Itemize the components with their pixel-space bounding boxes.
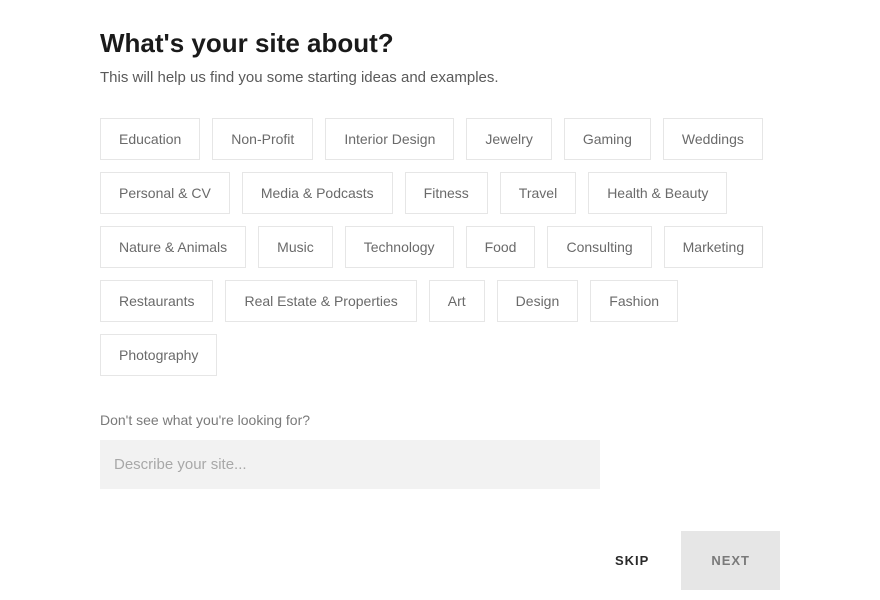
describe-site-input[interactable] bbox=[100, 440, 600, 489]
page-title: What's your site about? bbox=[100, 28, 780, 59]
next-button[interactable]: NEXT bbox=[681, 531, 780, 590]
topic-design[interactable]: Design bbox=[497, 280, 579, 322]
topic-restaurants[interactable]: Restaurants bbox=[100, 280, 213, 322]
topic-list: Education Non-Profit Interior Design Jew… bbox=[100, 118, 780, 376]
topic-technology[interactable]: Technology bbox=[345, 226, 454, 268]
topic-weddings[interactable]: Weddings bbox=[663, 118, 763, 160]
topic-fitness[interactable]: Fitness bbox=[405, 172, 488, 214]
topic-fashion[interactable]: Fashion bbox=[590, 280, 678, 322]
topic-interior-design[interactable]: Interior Design bbox=[325, 118, 454, 160]
page-subtitle: This will help us find you some starting… bbox=[100, 69, 780, 86]
topic-real-estate[interactable]: Real Estate & Properties bbox=[225, 280, 416, 322]
topic-food[interactable]: Food bbox=[466, 226, 536, 268]
topic-photography[interactable]: Photography bbox=[100, 334, 217, 376]
topic-nature-animals[interactable]: Nature & Animals bbox=[100, 226, 246, 268]
topic-travel[interactable]: Travel bbox=[500, 172, 576, 214]
topic-media-podcasts[interactable]: Media & Podcasts bbox=[242, 172, 393, 214]
topic-gaming[interactable]: Gaming bbox=[564, 118, 651, 160]
topic-marketing[interactable]: Marketing bbox=[664, 226, 763, 268]
footer-actions: SKIP NEXT bbox=[611, 531, 780, 590]
topic-music[interactable]: Music bbox=[258, 226, 333, 268]
topic-non-profit[interactable]: Non-Profit bbox=[212, 118, 313, 160]
topic-personal-cv[interactable]: Personal & CV bbox=[100, 172, 230, 214]
topic-jewelry[interactable]: Jewelry bbox=[466, 118, 551, 160]
onboarding-step: What's your site about? This will help u… bbox=[0, 0, 880, 489]
custom-topic-prompt: Don't see what you're looking for? bbox=[100, 412, 780, 428]
skip-button[interactable]: SKIP bbox=[611, 545, 653, 576]
topic-art[interactable]: Art bbox=[429, 280, 485, 322]
topic-health-beauty[interactable]: Health & Beauty bbox=[588, 172, 727, 214]
topic-education[interactable]: Education bbox=[100, 118, 200, 160]
topic-consulting[interactable]: Consulting bbox=[547, 226, 651, 268]
